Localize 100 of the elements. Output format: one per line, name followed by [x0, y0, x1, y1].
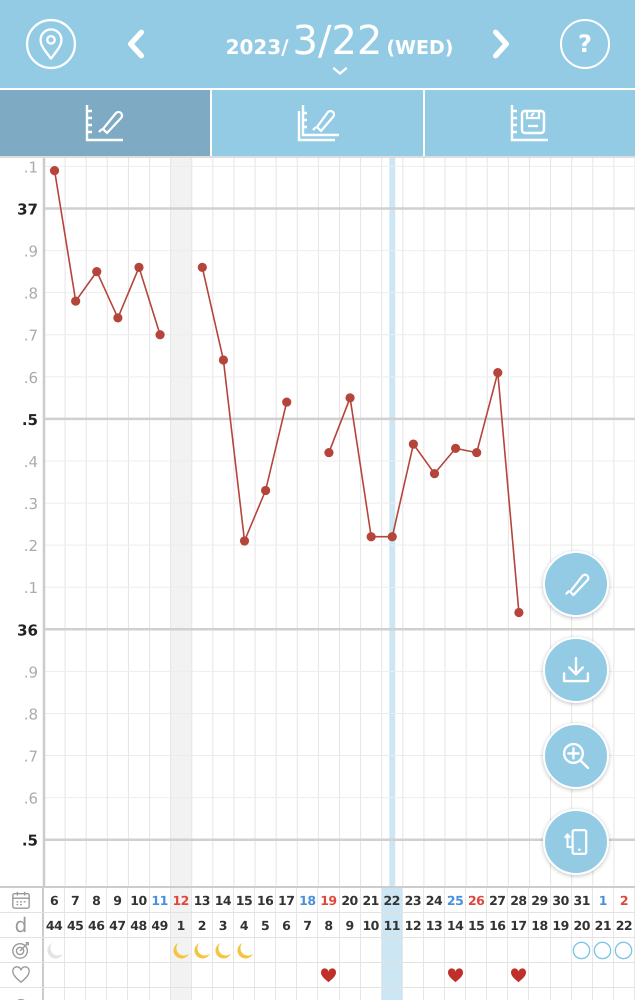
axis-label: 36 [17, 621, 38, 640]
data-point [493, 368, 502, 378]
date-cell[interactable]: 26 [466, 888, 488, 912]
cycle-day-cell: 18 [529, 913, 551, 937]
data-point [156, 330, 165, 340]
cycle-day-cell: 4 [234, 913, 256, 937]
cycle-day-cell: 20 [572, 913, 593, 937]
zoom-in-button[interactable] [543, 723, 609, 789]
cycle-day-cell: 9 [340, 913, 361, 937]
chart-tab[interactable] [424, 90, 635, 156]
download-button[interactable] [543, 637, 609, 703]
rotate-button[interactable] [543, 809, 609, 875]
date-cell[interactable]: 6 [44, 888, 66, 912]
heart-cell[interactable] [318, 963, 340, 987]
date-cell[interactable]: 19 [318, 888, 340, 912]
heart-cell[interactable] [445, 963, 466, 987]
cycle-day-cell: 13 [424, 913, 446, 937]
axis-label: .8 [24, 705, 38, 724]
cycle-day-cell: 48 [128, 913, 150, 937]
data-point [345, 393, 355, 402]
cycle-day-cell: 14 [445, 913, 466, 937]
data-point [92, 267, 102, 276]
previous-icon[interactable] [125, 28, 147, 60]
cycle-day-cell: 1 [170, 913, 192, 937]
heart-icon [510, 968, 527, 982]
date-cell[interactable]: 16 [255, 888, 276, 912]
axis-label: .3 [24, 495, 38, 514]
data-point [240, 536, 250, 546]
cycle-day-cell: 5 [255, 913, 276, 937]
axis-label: .5 [22, 832, 38, 850]
date-cell[interactable]: 31 [572, 888, 593, 912]
axis-label: .6 [24, 790, 38, 808]
heart-outline-icon [11, 965, 31, 985]
date-cell[interactable]: 14 [212, 888, 234, 912]
chart-tab[interactable] [0, 90, 212, 156]
heart-cell[interactable] [508, 963, 530, 987]
date-cell[interactable]: 17 [276, 888, 298, 912]
cycle-day-cell: 22 [614, 913, 635, 937]
cycle-day-cell: 7 [297, 913, 318, 937]
data-point [282, 397, 292, 407]
target-icon [11, 940, 31, 960]
data-point [134, 262, 144, 272]
edit-button[interactable] [543, 551, 609, 617]
date-cell[interactable]: 10 [128, 888, 150, 912]
data-point [113, 313, 122, 322]
date-cell[interactable]: 20 [340, 888, 361, 912]
heart-icon [320, 968, 337, 982]
date-cell[interactable]: 8 [86, 888, 108, 912]
calendar-icon [11, 890, 31, 910]
heart-cell[interactable] [170, 963, 192, 987]
date-cell[interactable]: 22 [382, 888, 403, 912]
axis-label: .8 [24, 284, 38, 303]
date-cell[interactable]: 7 [65, 888, 86, 912]
cycle-day-cell: 16 [487, 913, 508, 937]
data-point [71, 296, 80, 306]
heart-cell[interactable] [382, 963, 403, 987]
axis-label: 37 [17, 200, 38, 218]
data-point [388, 532, 397, 542]
date-cell[interactable]: 28 [508, 888, 530, 912]
data-point [218, 355, 228, 365]
year-label: 2023/ [226, 35, 289, 59]
cycle-day-cell: 19 [550, 913, 572, 937]
cycle-day-cell: 44 [44, 913, 66, 937]
axis-label: .7 [24, 748, 38, 766]
date-cell[interactable]: 2 [614, 888, 635, 912]
symbol-cell[interactable] [382, 938, 403, 962]
data-point [408, 440, 418, 449]
next-icon[interactable] [490, 28, 512, 60]
thermometer-chart-icon [295, 103, 340, 143]
data-point [366, 532, 376, 542]
heart-icon [446, 968, 464, 982]
cycle-day-cell: 45 [65, 913, 86, 937]
axis-label: .4 [24, 452, 38, 471]
axis-label: .7 [24, 326, 38, 345]
axis-label: .1 [24, 579, 38, 598]
cycle-day-cell: 15 [466, 913, 488, 937]
date-cell[interactable]: 30 [550, 888, 572, 912]
cycle-day-cell: 47 [107, 913, 128, 937]
location-icon[interactable] [25, 18, 77, 70]
date-cell[interactable]: 24 [424, 888, 446, 912]
date-cell[interactable]: 27 [487, 888, 508, 912]
date-cell[interactable]: 29 [529, 888, 551, 912]
date-cell[interactable]: 9 [107, 888, 128, 912]
cycle-day-cell: 11 [382, 913, 403, 937]
data-point [451, 444, 460, 453]
date-cell[interactable]: 23 [402, 888, 424, 912]
axis-label: .6 [24, 368, 38, 387]
cycle-day-cell: 17 [508, 913, 530, 937]
date-cell[interactable]: 13 [192, 888, 213, 912]
axis-label: .9 [24, 242, 38, 261]
data-point [472, 448, 482, 458]
cycle-day-cell: 8 [318, 913, 340, 937]
caret-icon[interactable] [332, 66, 348, 76]
cycle-day-label: d [14, 913, 28, 937]
axis-label: .5 [22, 410, 38, 429]
cycle-day-cell: 46 [86, 913, 108, 937]
chart-tab[interactable] [212, 90, 425, 156]
date-cell[interactable]: 15 [234, 888, 256, 912]
cycle-day-cell: 3 [212, 913, 234, 937]
date-cell[interactable]: 12 [170, 888, 192, 912]
